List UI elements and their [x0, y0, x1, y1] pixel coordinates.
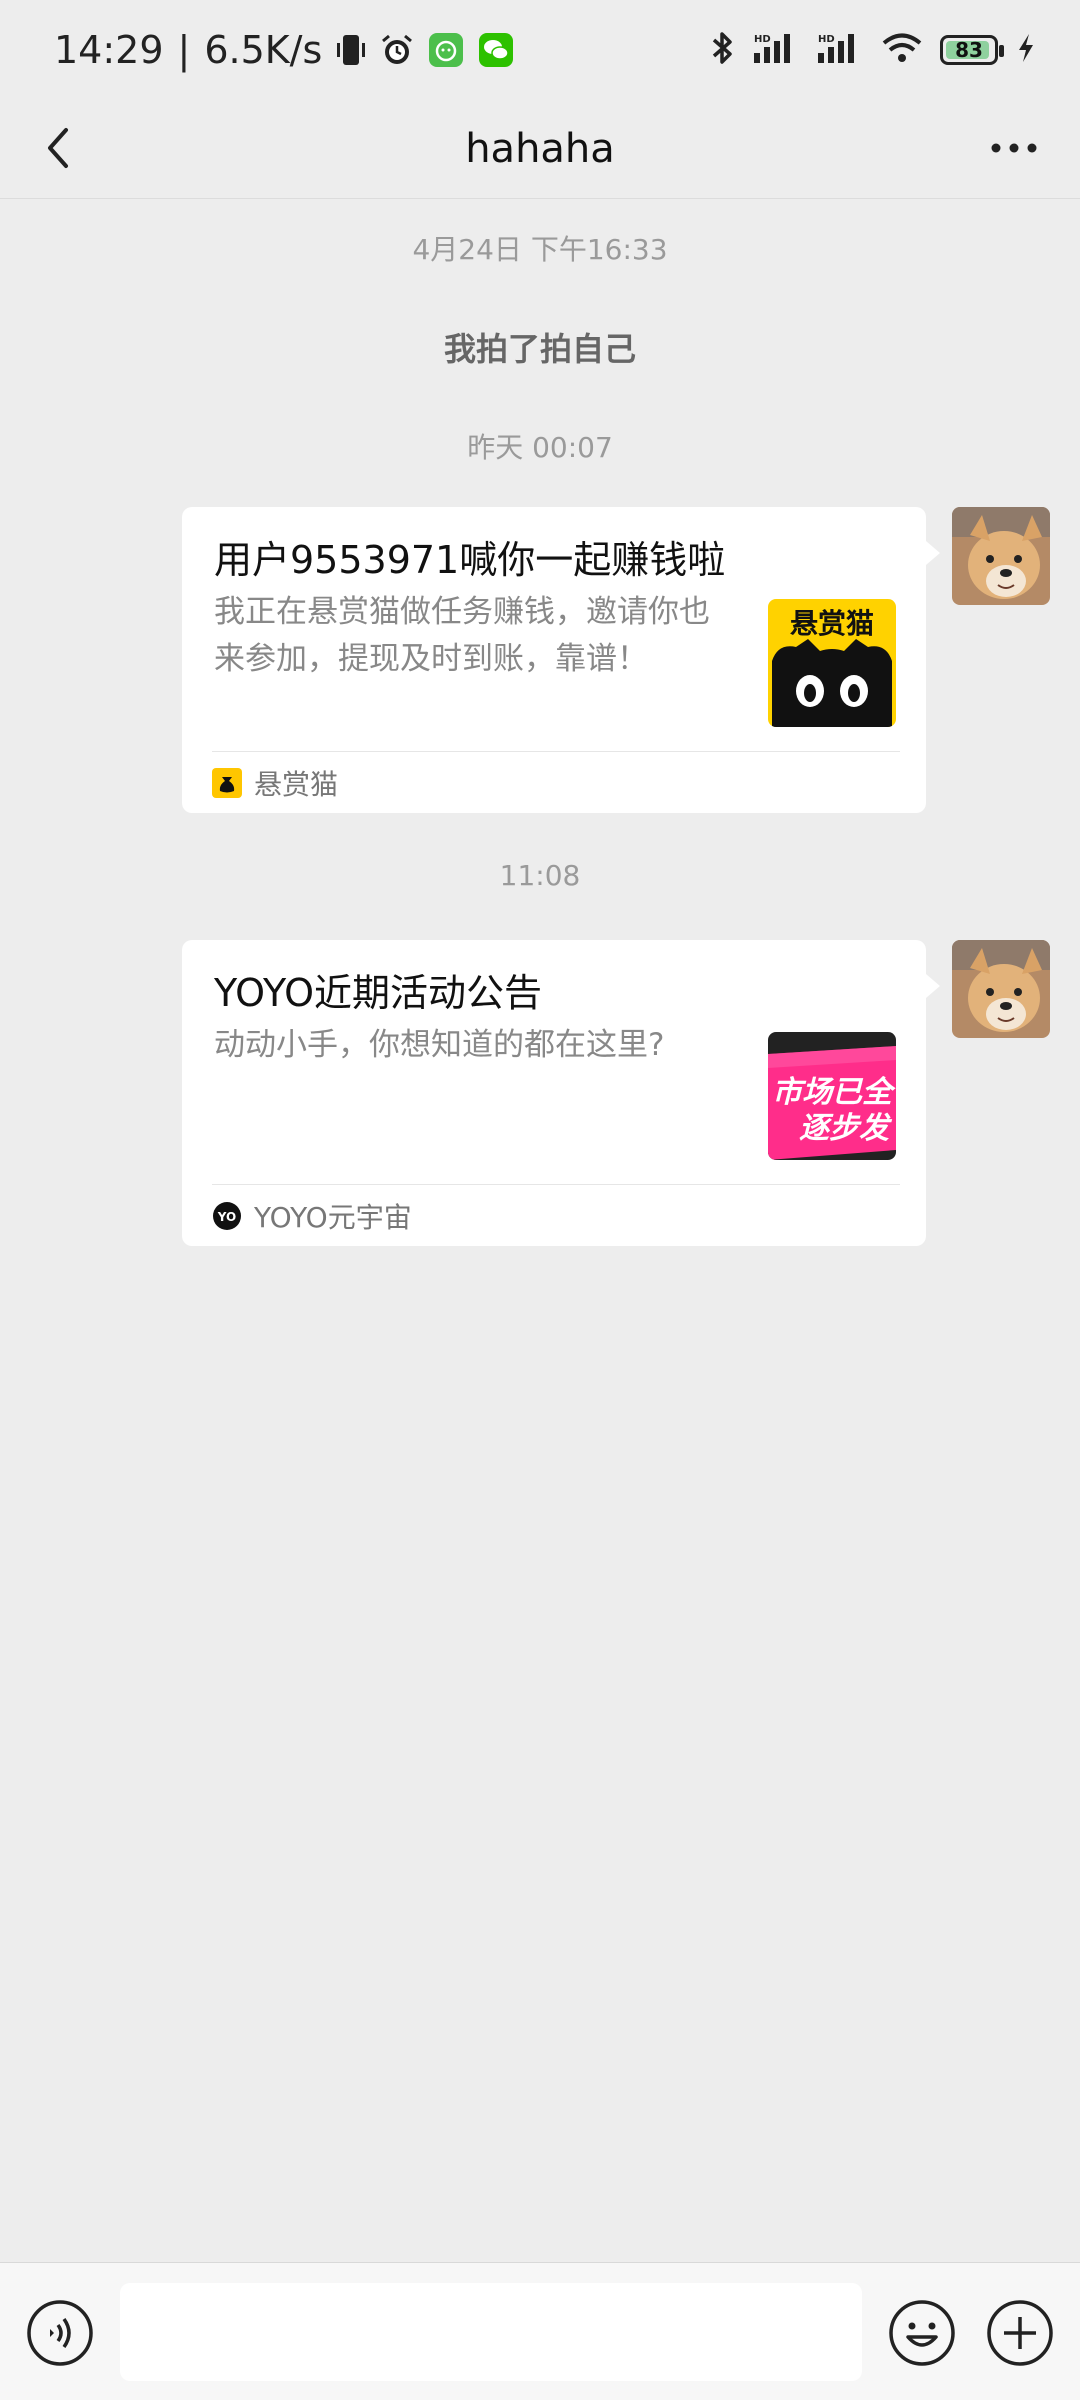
- source-name: YOYO元宇宙: [254, 1201, 412, 1234]
- timestamp: 11:08: [499, 859, 581, 892]
- status-bar: 14:29 | 6.5K/s HD HD 83: [0, 0, 1080, 100]
- more-dots-icon: [991, 143, 1037, 153]
- emoji-button[interactable]: [888, 2299, 956, 2367]
- yoyo-logo-icon: YO: [212, 1201, 242, 1231]
- add-attachment-button[interactable]: [986, 2299, 1054, 2367]
- dog-avatar-icon: [952, 940, 1050, 1038]
- back-button[interactable]: [28, 118, 88, 178]
- card-thumbnail: 悬赏猫: [768, 599, 896, 727]
- signal-icon: HD: [754, 31, 800, 69]
- status-separator: |: [177, 28, 191, 72]
- card-source: YO YOYO元宇宙: [212, 1196, 412, 1236]
- message-input[interactable]: [120, 2283, 862, 2381]
- battery-level: 83: [955, 38, 983, 62]
- alarm-icon: [380, 33, 414, 67]
- more-button[interactable]: [984, 118, 1044, 178]
- avatar[interactable]: [952, 940, 1050, 1038]
- card-thumbnail: 市场已全 逐步发: [768, 1032, 896, 1160]
- app-icon: [428, 32, 464, 68]
- vibrate-icon: [336, 33, 366, 67]
- svg-text:市场已全: 市场已全: [772, 1075, 896, 1110]
- card-description: 我正在悬赏猫做任务赚钱，邀请你也来参加，提现及时到账，靠谱！: [214, 594, 710, 677]
- svg-text:HD: HD: [818, 34, 835, 45]
- svg-text:YO: YO: [217, 1210, 236, 1224]
- status-time: 14:29: [54, 28, 164, 72]
- wifi-icon: [882, 32, 922, 68]
- plus-icon: [987, 2300, 1053, 2366]
- net-speed: 6.5K/s: [204, 28, 323, 72]
- voice-button[interactable]: [26, 2299, 94, 2367]
- bluetooth-icon: [710, 30, 736, 70]
- source-name: 悬赏猫: [254, 768, 339, 801]
- status-left: 14:29 | 6.5K/s: [54, 28, 514, 72]
- dog-avatar-icon: [952, 507, 1050, 605]
- wechat-icon: [478, 32, 514, 68]
- svg-text:HD: HD: [754, 34, 771, 45]
- thumb-label: 悬赏猫: [790, 607, 874, 640]
- card-title: 用户9553971喊你一起赚钱啦: [214, 538, 726, 582]
- card-divider: [212, 1184, 900, 1185]
- timestamp: 4月24日 下午16:33: [412, 233, 668, 266]
- status-right: HD HD 83: [710, 30, 1036, 70]
- chat-title: hahaha: [465, 126, 615, 172]
- card-source: 悬赏猫: [212, 763, 338, 803]
- chat-screen: 14:29 | 6.5K/s HD HD 83 hahaha 4月24日 下午1…: [0, 0, 1080, 2400]
- system-message: 我拍了拍自己: [443, 330, 636, 368]
- card-title: YOYO近期活动公告: [214, 971, 543, 1015]
- timestamp: 昨天 00:07: [467, 431, 613, 464]
- input-bar: [0, 2262, 1080, 2400]
- money-bag-icon: [212, 768, 242, 798]
- avatar[interactable]: [952, 507, 1050, 605]
- emoji-icon: [889, 2300, 955, 2366]
- link-card-message[interactable]: YOYO近期活动公告 动动小手，你想知道的都在这里? 市场已全 逐步发 YO Y…: [182, 940, 940, 1246]
- card-divider: [212, 751, 900, 752]
- battery-icon: 83: [940, 35, 1004, 65]
- chat-header: hahaha: [0, 100, 1080, 199]
- charging-icon: [1016, 32, 1036, 68]
- voice-icon: [27, 2300, 93, 2366]
- signal-icon: HD: [818, 31, 864, 69]
- link-card-message[interactable]: 用户9553971喊你一起赚钱啦 我正在悬赏猫做任务赚钱，邀请你也来参加，提现及…: [182, 507, 940, 813]
- back-arrow-icon: [48, 128, 68, 168]
- svg-text:逐步发: 逐步发: [799, 1111, 893, 1146]
- card-description: 动动小手，你想知道的都在这里?: [214, 1027, 665, 1063]
